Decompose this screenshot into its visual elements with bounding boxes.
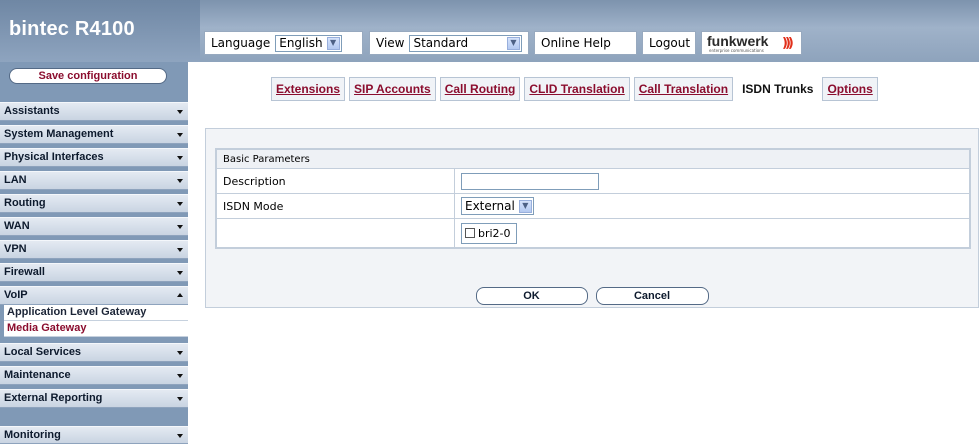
sidebar-item-maintenance[interactable]: Maintenance	[0, 366, 188, 385]
chevron-down-icon	[177, 225, 183, 229]
sidebar-item-firewall[interactable]: Firewall	[0, 263, 188, 282]
section-title: Basic Parameters	[216, 149, 970, 169]
language-selected-value: English	[279, 36, 323, 50]
form-panel: Basic Parameters Description ISDN Mode E…	[205, 128, 979, 308]
sidebar-subitem-application-level-gateway[interactable]: Application Level Gateway	[4, 305, 188, 321]
sidebar-subitem-media-gateway[interactable]: Media Gateway	[4, 321, 188, 337]
isdn-mode-label: ISDN Mode	[216, 193, 455, 219]
sidebar-item-label: Firewall	[4, 266, 45, 278]
isdn-mode-cell: External ▼	[454, 193, 970, 219]
table-row: Description	[216, 168, 970, 194]
sidebar-item-label: Maintenance	[4, 369, 71, 381]
chevron-down-icon	[177, 248, 183, 252]
sidebar-item-label: Local Services	[4, 346, 82, 358]
sidebar-item-monitoring[interactable]: Monitoring	[0, 426, 188, 444]
funkwerk-logo: funkwerk ))) enterprise communications	[701, 31, 802, 55]
logo-name: funkwerk	[707, 33, 769, 49]
sidebar-item-system-management[interactable]: System Management	[0, 125, 188, 144]
isdn-mode-select[interactable]: External ▼	[461, 197, 534, 215]
chevron-down-icon	[177, 133, 183, 137]
chevron-up-icon	[177, 293, 183, 297]
chevron-down-icon	[177, 434, 183, 438]
sidebar-item-physical-interfaces[interactable]: Physical Interfaces	[0, 148, 188, 167]
tab-sip-accounts[interactable]: SIP Accounts	[349, 77, 436, 101]
ok-button[interactable]: OK	[475, 287, 588, 305]
table-row: ISDN Mode External ▼	[216, 193, 970, 219]
view-select[interactable]: Standard ▼	[409, 34, 522, 52]
chevron-down-icon	[177, 374, 183, 378]
sidebar: Save configuration Assistants System Man…	[0, 62, 188, 444]
chevron-down-icon	[177, 179, 183, 183]
sidebar-item-label: VPN	[4, 243, 27, 255]
sidebar-item-label: Physical Interfaces	[4, 151, 104, 163]
view-control: View Standard ▼	[369, 31, 529, 55]
sidebar-item-voip[interactable]: VoIP	[0, 286, 188, 305]
chevron-down-icon[interactable]: ▼	[507, 36, 520, 50]
tab-clid-translation[interactable]: CLID Translation	[524, 77, 630, 101]
sidebar-item-label: External Reporting	[4, 392, 103, 404]
bri2-0-option[interactable]: bri2-0	[461, 222, 517, 244]
sidebar-item-label: Routing	[4, 197, 46, 209]
chevron-down-icon[interactable]: ▼	[518, 199, 532, 213]
bri2-0-checkbox[interactable]	[465, 228, 475, 238]
sidebar-item-local-services[interactable]: Local Services	[0, 343, 188, 362]
table-row: bri2-0	[216, 218, 970, 248]
chevron-down-icon	[177, 202, 183, 206]
section-header-row: Basic Parameters	[216, 149, 970, 169]
bri2-0-label: bri2-0	[478, 226, 511, 240]
form-actions: OK Cancel	[205, 285, 979, 307]
tab-isdn-trunks[interactable]: ISDN Trunks	[737, 77, 819, 101]
sidebar-item-label: System Management	[4, 128, 114, 140]
basic-parameters-form: Basic Parameters Description ISDN Mode E…	[215, 148, 971, 249]
sidebar-item-label: WAN	[4, 220, 30, 232]
save-configuration-button[interactable]: Save configuration	[9, 68, 167, 84]
sidebar-item-vpn[interactable]: VPN	[0, 240, 188, 259]
view-selected-value: Standard	[413, 36, 469, 50]
logout-link[interactable]: Logout	[642, 31, 696, 55]
description-input[interactable]	[461, 172, 599, 190]
chevron-down-icon	[177, 156, 183, 160]
sidebar-item-label: VoIP	[4, 289, 28, 301]
top-bar: bintec R4100 Language English ▼ View Sta…	[0, 0, 979, 62]
logo-waves-icon: )))	[782, 36, 794, 51]
logo-subtitle: enterprise communications	[709, 48, 764, 53]
sidebar-item-lan[interactable]: LAN	[0, 171, 188, 190]
chevron-down-icon	[177, 351, 183, 355]
description-cell	[454, 168, 970, 194]
brand-title: bintec R4100	[9, 18, 135, 40]
online-help-link[interactable]: Online Help	[534, 31, 637, 55]
chevron-down-icon	[177, 271, 183, 275]
tab-extensions[interactable]: Extensions	[271, 77, 346, 101]
language-label: Language	[211, 36, 271, 50]
chevron-down-icon	[177, 397, 183, 401]
interface-label-empty	[216, 218, 455, 248]
view-label: View	[376, 36, 405, 50]
tab-bar: Extensions SIP Accounts Call Routing CLI…	[271, 77, 878, 101]
sidebar-item-label: LAN	[4, 174, 27, 186]
parameters-table: Basic Parameters Description ISDN Mode E…	[216, 149, 970, 248]
description-label: Description	[216, 168, 455, 194]
sidebar-item-label: Monitoring	[4, 429, 61, 441]
cancel-button[interactable]: Cancel	[595, 287, 709, 305]
tab-call-translation[interactable]: Call Translation	[633, 77, 734, 101]
language-control: Language English ▼	[204, 31, 363, 55]
tab-call-routing[interactable]: Call Routing	[439, 77, 521, 101]
interface-cell: bri2-0	[454, 218, 970, 248]
tab-options[interactable]: Options	[822, 77, 878, 101]
sidebar-item-wan[interactable]: WAN	[0, 217, 188, 236]
sidebar-item-external-reporting[interactable]: External Reporting	[0, 389, 188, 408]
sidebar-item-label: Assistants	[4, 105, 60, 117]
isdn-mode-selected-value: External	[465, 199, 515, 213]
language-select[interactable]: English ▼	[275, 34, 342, 52]
sidebar-item-routing[interactable]: Routing	[0, 194, 188, 213]
chevron-down-icon	[177, 110, 183, 114]
chevron-down-icon[interactable]: ▼	[326, 36, 340, 50]
brand-area: bintec R4100	[0, 0, 200, 62]
sidebar-item-assistants[interactable]: Assistants	[0, 102, 188, 121]
